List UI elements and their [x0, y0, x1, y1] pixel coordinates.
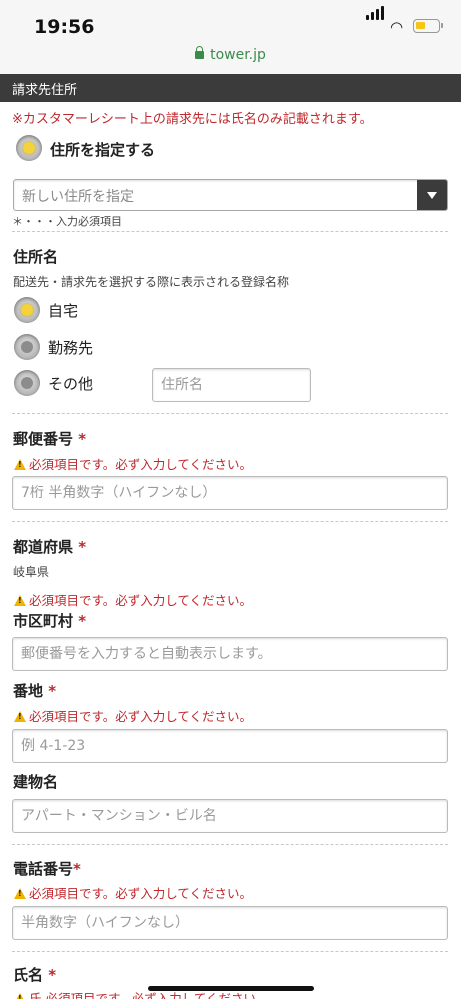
city-label-text: 市区町村 — [13, 612, 74, 630]
prefecture-label: 都道府県 * — [13, 536, 86, 557]
divider — [12, 844, 448, 845]
prefecture-label-text: 都道府県 — [13, 538, 74, 556]
required-mark: * — [78, 538, 87, 556]
required-mark: * — [48, 966, 57, 984]
lock-icon — [195, 46, 205, 59]
required-mark: * — [78, 612, 87, 630]
radio-other-label: その他 — [48, 375, 94, 393]
name-label-text: 氏名 — [13, 966, 44, 984]
home-indicator — [148, 986, 314, 991]
required-mark: * — [48, 682, 57, 700]
radio-home[interactable] — [14, 297, 40, 323]
divider — [12, 413, 448, 414]
phone-error: 必須項目です。必ず入力してください。 — [14, 883, 252, 902]
required-note-text: ＊・・・入力必須項目 — [12, 215, 122, 228]
city-input[interactable] — [12, 637, 448, 671]
section-header: 請求先住所 — [0, 74, 461, 102]
street-input[interactable] — [12, 729, 448, 763]
radio-home-label: 自宅 — [48, 302, 79, 320]
warning-icon — [14, 888, 26, 899]
building-input[interactable] — [12, 799, 448, 833]
prefecture-error-text: 必須項目です。必ず入力してください。 — [29, 593, 253, 608]
address-bar[interactable]: tower.jp — [0, 46, 461, 63]
radio-other[interactable] — [14, 370, 40, 396]
divider — [12, 951, 448, 952]
name-error-text: 氏 必須項目です。必ず入力してください。 — [29, 991, 269, 999]
address-name-input[interactable] — [152, 368, 311, 402]
postal-input[interactable] — [12, 476, 448, 510]
address-select-value: 新しい住所を指定 — [22, 189, 134, 205]
radio-work[interactable] — [14, 334, 40, 360]
divider — [12, 231, 448, 232]
phone-label-text: 電話番号 — [13, 860, 74, 878]
city-label: 市区町村 * — [13, 610, 86, 631]
postal-error: 必須項目です。必ず入力してください。 — [14, 454, 252, 473]
postal-label-text: 郵便番号 — [13, 430, 74, 448]
required-mark: * — [78, 430, 87, 448]
chevron-down-icon[interactable] — [417, 180, 447, 210]
street-label-text: 番地 — [13, 682, 44, 700]
required-note: ＊・・・入力必須項目 — [12, 213, 122, 229]
postal-label: 郵便番号 * — [13, 428, 86, 449]
wifi-icon: ◠ — [390, 18, 404, 36]
warning-icon — [14, 993, 26, 999]
required-mark: * — [73, 860, 81, 878]
prefecture-value: 岐阜県 — [13, 565, 50, 579]
battery-icon — [413, 19, 443, 33]
street-error-text: 必須項目です。必ず入力してください。 — [29, 709, 253, 724]
clock: 19:56 — [34, 16, 95, 38]
street-error: 必須項目です。必ず入力してください。 — [14, 706, 252, 725]
divider — [12, 521, 448, 522]
postal-error-text: 必須項目です。必ず入力してください。 — [29, 457, 253, 472]
prefecture-error: 必須項目です。必ず入力してください。 — [14, 590, 252, 609]
warning-icon — [14, 595, 26, 606]
browser-status-bar: 19:56 ◠ tower.jp — [0, 0, 461, 74]
address-select[interactable]: 新しい住所を指定 — [13, 179, 448, 211]
phone-label: 電話番号* — [13, 858, 81, 879]
address-name-label: 住所名 — [13, 248, 59, 266]
address-mode-radio[interactable] — [16, 135, 42, 161]
radio-work-label: 勤務先 — [48, 339, 94, 357]
name-label: 氏名 * — [13, 964, 56, 985]
warning-icon — [14, 459, 26, 470]
warning-icon — [14, 711, 26, 722]
url-text: tower.jp — [210, 47, 266, 63]
street-label: 番地 * — [13, 680, 56, 701]
address-mode-label: 住所を指定する — [50, 141, 156, 159]
billing-notice: ※カスタマーレシート上の請求先には氏名のみ記載されます。 — [12, 112, 373, 127]
building-label: 建物名 — [13, 773, 59, 791]
address-name-help: 配送先・請求先を選択する際に表示される登録名称 — [13, 275, 290, 289]
phone-input[interactable] — [12, 906, 448, 940]
phone-error-text: 必須項目です。必ず入力してください。 — [29, 886, 253, 901]
